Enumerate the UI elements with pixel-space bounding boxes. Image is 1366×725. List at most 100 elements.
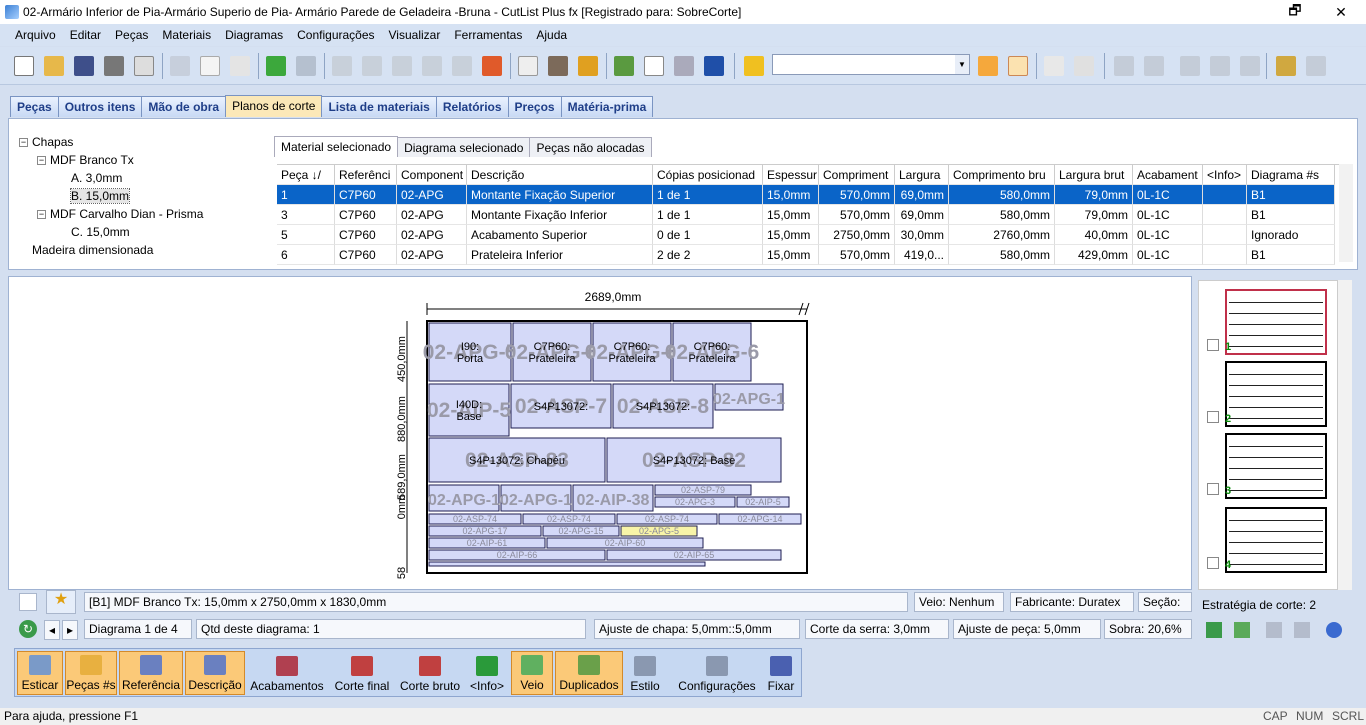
next-diagram-button[interactable]: ▸: [62, 620, 78, 640]
tree-node-b-15mm[interactable]: B. 15,0mm: [69, 187, 131, 205]
copy-icon[interactable]: [196, 52, 224, 80]
collapse-icon[interactable]: −: [37, 156, 46, 166]
grain-button[interactable]: Veio: [511, 651, 553, 695]
tab-material-selecionado[interactable]: Material selecionado: [274, 136, 399, 157]
tab-lista-de-materiais[interactable]: Lista de materiais: [321, 96, 437, 117]
tab-precos[interactable]: Preços: [507, 96, 562, 117]
table-row[interactable]: 1 C7P60 02-APG Montante Fixação Superior 1 d…: [277, 185, 1341, 205]
tree-node-a-3mm[interactable]: A. 3,0mm: [71, 169, 122, 187]
check-icon[interactable]: [1206, 52, 1234, 80]
paste-icon[interactable]: [226, 52, 254, 80]
info-button[interactable]: <Info>: [467, 651, 507, 695]
tab-pecas-nao-alocadas[interactable]: Peças não alocadas: [529, 137, 652, 157]
menu-ferramentas[interactable]: Ferramentas: [447, 28, 529, 42]
tab-diagrama-selecionado[interactable]: Diagrama selecionado: [397, 137, 531, 157]
tree-node-c-15mm[interactable]: C. 15,0mm: [71, 223, 130, 241]
menu-materiais[interactable]: Materiais: [155, 28, 218, 42]
settings-doc-icon[interactable]: [514, 52, 542, 80]
page-icon[interactable]: [1040, 52, 1068, 80]
tab-materia-prima[interactable]: Matéria-prima: [560, 96, 654, 117]
thumbnail-checkbox[interactable]: [1207, 557, 1219, 569]
open-folder-icon[interactable]: [40, 52, 68, 80]
info-icon[interactable]: [700, 52, 728, 80]
menu-visualizar[interactable]: Visualizar: [382, 28, 448, 42]
table-row[interactable]: 5 C7P60 02-APG Acabamento Superior 0 de 1 15,…: [277, 225, 1341, 245]
refresh-icon[interactable]: [1110, 52, 1138, 80]
menu-configuracoes[interactable]: Configurações: [290, 28, 381, 42]
tree-node-chapas[interactable]: − Chapas: [19, 133, 73, 151]
refresh-icon[interactable]: ↻: [19, 620, 37, 638]
menu-arquivo[interactable]: Arquivo: [8, 28, 63, 42]
move-up-icon[interactable]: [358, 52, 386, 80]
cutting-diagram[interactable]: 2689,0mm 450,0mm 880,0mm 589,0mm0mm 58 02-APG…: [9, 277, 1193, 591]
grid-view-icon[interactable]: [1206, 622, 1222, 638]
table-row[interactable]: 3 C7P60 02-APG Montante Fixação Inferior 1 d…: [277, 205, 1341, 225]
tools-icon[interactable]: [1302, 52, 1330, 80]
delete-icon[interactable]: [292, 52, 320, 80]
tile-view-icon[interactable]: [1234, 622, 1250, 638]
clipboard-icon[interactable]: [1070, 52, 1098, 80]
diagram-thumbnail[interactable]: [1225, 361, 1327, 427]
rough-cut-button[interactable]: Corte bruto: [397, 651, 463, 695]
tab-outros-itens[interactable]: Outros itens: [57, 96, 143, 117]
table-row[interactable]: 6 C7P60 02-APG Prateleira Inferior 2 de 2 15,…: [277, 245, 1341, 265]
settings-button[interactable]: Configurações: [675, 651, 759, 695]
menu-editar[interactable]: Editar: [63, 28, 108, 42]
tree-node-mdf-carvalho[interactable]: − MDF Carvalho Dian - Prisma: [37, 205, 203, 223]
print-icon[interactable]: [100, 52, 128, 80]
thumbnail-checkbox[interactable]: [1207, 411, 1219, 423]
final-cut-button[interactable]: Corte final: [331, 651, 393, 695]
hierarchy-icon[interactable]: [610, 52, 638, 80]
finishes-button[interactable]: Acabamentos: [247, 651, 327, 695]
tab-mao-de-obra[interactable]: Mão de obra: [141, 96, 227, 117]
cut-icon[interactable]: [166, 52, 194, 80]
toolbar-combo[interactable]: ▼: [772, 54, 970, 75]
diagram-thumbnail[interactable]: [1225, 289, 1327, 355]
thumbnail-checkbox[interactable]: [1207, 483, 1219, 495]
collapse-icon[interactable]: −: [37, 210, 46, 220]
new-file-icon[interactable]: [10, 52, 38, 80]
menu-ajuda[interactable]: Ajuda: [529, 28, 574, 42]
notepad-icon[interactable]: [478, 52, 506, 80]
print-preview-icon[interactable]: [130, 52, 158, 80]
diagram-checkbox[interactable]: [19, 593, 37, 611]
grid-header-row[interactable]: Peça ↓/Referênci Component Descrição Cópias…: [277, 165, 1341, 185]
optimize-icon[interactable]: [740, 52, 768, 80]
globe-icon[interactable]: [1326, 622, 1342, 638]
music-note-icon[interactable]: [974, 52, 1002, 80]
style-button[interactable]: Estilo: [625, 651, 665, 695]
user-check-icon[interactable]: [544, 52, 572, 80]
restore-button[interactable]: 🗗: [1272, 0, 1318, 24]
zoom-icon[interactable]: [1272, 52, 1300, 80]
diagram-thumbnail[interactable]: [1225, 433, 1327, 499]
lock-icon[interactable]: [574, 52, 602, 80]
thumbnail-checkbox[interactable]: [1207, 339, 1219, 351]
collapse-icon[interactable]: −: [19, 138, 28, 148]
edit-icon[interactable]: [328, 52, 356, 80]
stretch-button[interactable]: Esticar: [17, 651, 63, 695]
prev-diagram-button[interactable]: ◂: [44, 620, 60, 640]
chevron-down-icon[interactable]: ▼: [955, 55, 969, 74]
description-button[interactable]: Descrição: [185, 651, 245, 695]
transfer-icon[interactable]: [1176, 52, 1204, 80]
tab-pecas[interactable]: Peças: [10, 96, 59, 117]
save-icon[interactable]: [70, 52, 98, 80]
close-button[interactable]: ✕: [1318, 0, 1364, 24]
export-icon[interactable]: [1236, 52, 1264, 80]
star-icon[interactable]: ★: [46, 590, 76, 614]
report-list-icon[interactable]: [1004, 52, 1032, 80]
thumbnail-scrollbar[interactable]: [1338, 280, 1352, 590]
sync-icon[interactable]: [1140, 52, 1168, 80]
part-numbers-button[interactable]: Peças #s: [65, 651, 117, 695]
document-icon[interactable]: [640, 52, 668, 80]
list-icon[interactable]: [418, 52, 446, 80]
print-all-icon[interactable]: [1294, 622, 1310, 638]
menu-diagramas[interactable]: Diagramas: [218, 28, 290, 42]
reference-button[interactable]: Referência: [119, 651, 183, 695]
duplicates-button[interactable]: Duplicados: [555, 651, 623, 695]
move-down-icon[interactable]: [388, 52, 416, 80]
add-icon[interactable]: [262, 52, 290, 80]
tab-relatorios[interactable]: Relatórios: [435, 96, 509, 117]
menu-pecas[interactable]: Peças: [108, 28, 155, 42]
diagram-thumbnail[interactable]: [1225, 507, 1327, 573]
